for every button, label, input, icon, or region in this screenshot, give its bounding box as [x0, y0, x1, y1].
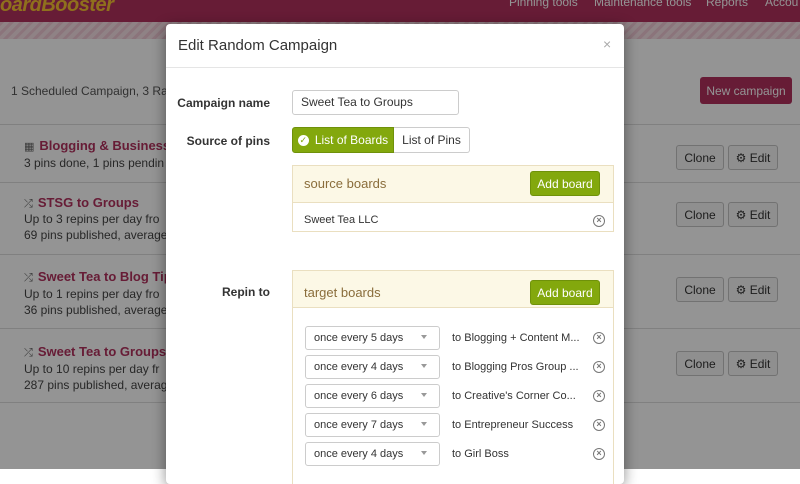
- source-boards-title: source boards: [304, 176, 387, 191]
- add-target-board-button[interactable]: Add board: [530, 280, 600, 305]
- frequency-select[interactable]: once every 7 days: [305, 413, 440, 437]
- campaign-name-label: Campaign name: [177, 96, 270, 110]
- check-circle-icon: ✓: [297, 134, 309, 146]
- target-board-name: to Girl Boss: [452, 448, 509, 460]
- modal-header-divider: [166, 67, 624, 68]
- frequency-select[interactable]: once every 6 days: [305, 384, 440, 408]
- source-board-name: Sweet Tea LLC: [304, 214, 379, 226]
- repin-to-label: Repin to: [222, 285, 270, 299]
- frequency-select[interactable]: once every 4 days: [305, 442, 440, 466]
- close-icon[interactable]: ×: [603, 36, 611, 52]
- panel-header: target boards Add board: [293, 271, 613, 308]
- caret-down-icon: [421, 422, 427, 426]
- frequency-select[interactable]: once every 4 days: [305, 355, 440, 379]
- modal-title: Edit Random Campaign: [178, 37, 338, 54]
- target-board-name: to Blogging + Content M...: [452, 332, 580, 344]
- target-boards-panel: target boards Add board once every 5 day…: [292, 270, 614, 484]
- remove-circle-icon[interactable]: ×: [593, 332, 605, 344]
- remove-circle-icon[interactable]: ×: [593, 448, 605, 460]
- remove-circle-icon[interactable]: ×: [593, 361, 605, 373]
- caret-down-icon: [421, 364, 427, 368]
- caret-down-icon: [421, 393, 427, 397]
- frequency-select[interactable]: once every 5 days: [305, 326, 440, 350]
- campaign-name-input[interactable]: Sweet Tea to Groups: [292, 90, 459, 115]
- target-board-name: to Blogging Pros Group ...: [452, 361, 579, 373]
- target-boards-title: target boards: [304, 285, 381, 300]
- remove-circle-icon[interactable]: ×: [593, 419, 605, 431]
- edit-campaign-modal: Edit Random Campaign × Campaign name Swe…: [166, 24, 624, 484]
- remove-circle-icon[interactable]: ×: [593, 215, 605, 227]
- panel-header: source boards Add board: [293, 166, 613, 203]
- list-of-boards-toggle[interactable]: ✓ List of Boards: [292, 127, 394, 153]
- source-of-pins-label: Source of pins: [186, 134, 270, 148]
- list-of-pins-toggle[interactable]: List of Pins: [394, 127, 470, 153]
- caret-down-icon: [421, 451, 427, 455]
- target-board-name: to Creative's Corner Co...: [452, 390, 576, 402]
- caret-down-icon: [421, 335, 427, 339]
- target-board-name: to Entrepreneur Success: [452, 419, 574, 431]
- remove-circle-icon[interactable]: ×: [593, 390, 605, 402]
- source-boards-panel: source boards Add board Sweet Tea LLC ×: [292, 165, 614, 232]
- add-source-board-button[interactable]: Add board: [530, 171, 600, 196]
